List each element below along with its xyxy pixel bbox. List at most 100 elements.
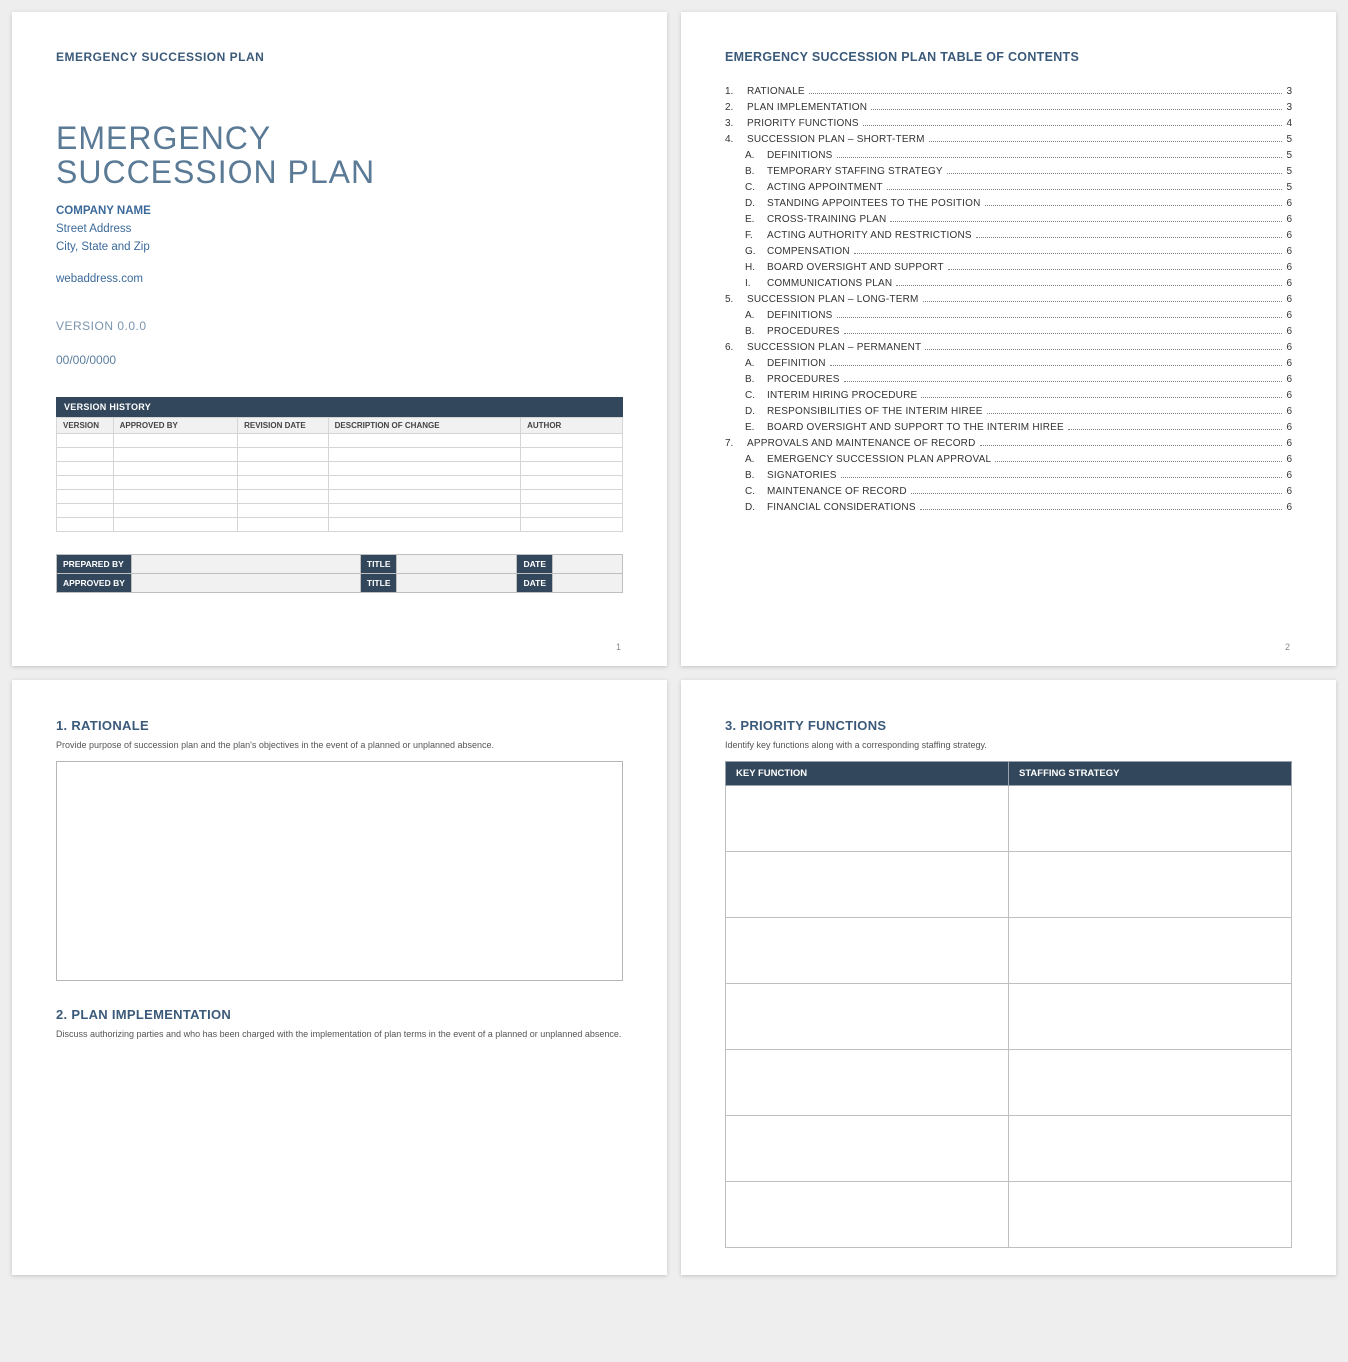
toc-marker: G. — [745, 246, 767, 257]
toc-leader-dots — [809, 93, 1283, 94]
toc-marker: C. — [745, 182, 767, 193]
page-number: 1 — [616, 642, 621, 652]
toc-marker: 5. — [725, 294, 747, 305]
table-row — [726, 852, 1292, 918]
toc-entry: C.MAINTENANCE OF RECORD6 — [725, 486, 1292, 497]
toc-label: SUCCESSION PLAN – PERMANENT — [747, 342, 921, 353]
city-state-zip: City, State and Zip — [56, 239, 623, 257]
toc-label: COMMUNICATIONS PLAN — [767, 278, 892, 289]
toc-page-number: 3 — [1286, 102, 1292, 113]
prepared-by-label: PREPARED BY — [57, 554, 132, 573]
toc-page-number: 6 — [1286, 246, 1292, 257]
toc-list: 1.RATIONALE32.PLAN IMPLEMENTATION33.PRIO… — [725, 86, 1292, 513]
toc-entry: 2.PLAN IMPLEMENTATION3 — [725, 102, 1292, 113]
title-block: EMERGENCY SUCCESSION PLAN COMPANY NAME S… — [56, 122, 623, 367]
toc-entry: D.STANDING APPOINTEES TO THE POSITION6 — [725, 198, 1292, 209]
toc-marker: 7. — [725, 438, 747, 449]
date-value — [553, 554, 623, 573]
page-number: 2 — [1285, 642, 1290, 652]
toc-leader-dots — [844, 333, 1283, 334]
table-row — [726, 918, 1292, 984]
toc-label: DEFINITIONS — [767, 150, 833, 161]
toc-label: RATIONALE — [747, 86, 805, 97]
toc-leader-dots — [921, 397, 1282, 398]
section-3-title: 3. PRIORITY FUNCTIONS — [725, 718, 1292, 733]
toc-entry: E.BOARD OVERSIGHT AND SUPPORT TO THE INT… — [725, 422, 1292, 433]
web-address: webaddress.com — [56, 273, 623, 285]
toc-entry: C.ACTING APPOINTMENT5 — [725, 182, 1292, 193]
toc-label: PRIORITY FUNCTIONS — [747, 118, 859, 129]
table-row — [57, 503, 623, 517]
col-staffing-strategy: STAFFING STRATEGY — [1009, 762, 1292, 786]
toc-leader-dots — [947, 173, 1283, 174]
rationale-textbox — [56, 761, 623, 981]
toc-leader-dots — [911, 493, 1283, 494]
title-label: TITLE — [360, 554, 397, 573]
toc-entry: F.ACTING AUTHORITY AND RESTRICTIONS6 — [725, 230, 1292, 241]
page-header: EMERGENCY SUCCESSION PLAN — [56, 50, 623, 64]
section-2-title: 2. PLAN IMPLEMENTATION — [56, 1007, 623, 1022]
page-3: 1. RATIONALE Provide purpose of successi… — [12, 680, 667, 1275]
table-row — [57, 489, 623, 503]
toc-label: APPROVALS AND MAINTENANCE OF RECORD — [747, 438, 976, 449]
date-label-cell: DATE — [517, 573, 553, 592]
toc-label: INTERIM HIRING PROCEDURE — [767, 390, 917, 401]
toc-entry: 3.PRIORITY FUNCTIONS4 — [725, 118, 1292, 129]
toc-page-number: 6 — [1286, 374, 1292, 385]
toc-page-number: 6 — [1286, 214, 1292, 225]
toc-marker: A. — [745, 454, 767, 465]
table-row — [726, 1050, 1292, 1116]
table-row — [57, 517, 623, 531]
page-4: 3. PRIORITY FUNCTIONS Identify key funct… — [681, 680, 1336, 1275]
toc-marker: H. — [745, 262, 767, 273]
version-history-table: VERSION APPROVED BY REVISION DATE DESCRI… — [56, 417, 623, 532]
toc-marker: A. — [745, 150, 767, 161]
toc-page-number: 5 — [1286, 134, 1292, 145]
toc-label: PROCEDURES — [767, 374, 840, 385]
toc-page-number: 6 — [1286, 230, 1292, 241]
toc-label: DEFINITION — [767, 358, 826, 369]
toc-marker: D. — [745, 406, 767, 417]
toc-leader-dots — [923, 301, 1283, 302]
table-row — [726, 786, 1292, 852]
toc-label: CROSS-TRAINING PLAN — [767, 214, 886, 225]
toc-leader-dots — [920, 509, 1283, 510]
toc-page-number: 6 — [1286, 406, 1292, 417]
title-value — [397, 573, 517, 592]
toc-marker: B. — [745, 166, 767, 177]
toc-page-number: 6 — [1286, 310, 1292, 321]
toc-page-number: 6 — [1286, 470, 1292, 481]
toc-marker: 4. — [725, 134, 747, 145]
sign-off-table: PREPARED BY TITLE DATE APPROVED BY TITLE… — [56, 554, 623, 593]
toc-leader-dots — [925, 349, 1282, 350]
toc-entry: B.PROCEDURES6 — [725, 326, 1292, 337]
col-key-function: KEY FUNCTION — [726, 762, 1009, 786]
toc-marker: E. — [745, 214, 767, 225]
date-label: 00/00/0000 — [56, 353, 623, 367]
company-name: COMPANY NAME — [56, 203, 623, 221]
version-label: VERSION 0.0.0 — [56, 319, 623, 333]
toc-label: TEMPORARY STAFFING STRATEGY — [767, 166, 943, 177]
toc-page-number: 6 — [1286, 486, 1292, 497]
toc-label: ACTING APPOINTMENT — [767, 182, 883, 193]
document-title: EMERGENCY SUCCESSION PLAN — [56, 122, 623, 189]
toc-label: COMPENSATION — [767, 246, 850, 257]
toc-label: SUCCESSION PLAN – LONG-TERM — [747, 294, 919, 305]
col-author: AUTHOR — [521, 417, 623, 433]
toc-page-number: 6 — [1286, 326, 1292, 337]
toc-page-number: 6 — [1286, 358, 1292, 369]
section-1-desc: Provide purpose of succession plan and t… — [56, 739, 623, 751]
toc-marker: B. — [745, 374, 767, 385]
toc-page-number: 3 — [1286, 86, 1292, 97]
toc-entry: A.DEFINITIONS5 — [725, 150, 1292, 161]
toc-entry: D.FINANCIAL CONSIDERATIONS6 — [725, 502, 1292, 513]
toc-entry: H.BOARD OVERSIGHT AND SUPPORT6 — [725, 262, 1292, 273]
title-line-2: SUCCESSION PLAN — [56, 154, 375, 190]
toc-marker: D. — [745, 198, 767, 209]
toc-marker: D. — [745, 502, 767, 513]
toc-leader-dots — [948, 269, 1283, 270]
table-row — [57, 433, 623, 447]
toc-leader-dots — [980, 445, 1283, 446]
section-2: 2. PLAN IMPLEMENTATION Discuss authorizi… — [56, 1007, 623, 1040]
toc-entry: 7.APPROVALS AND MAINTENANCE OF RECORD6 — [725, 438, 1292, 449]
